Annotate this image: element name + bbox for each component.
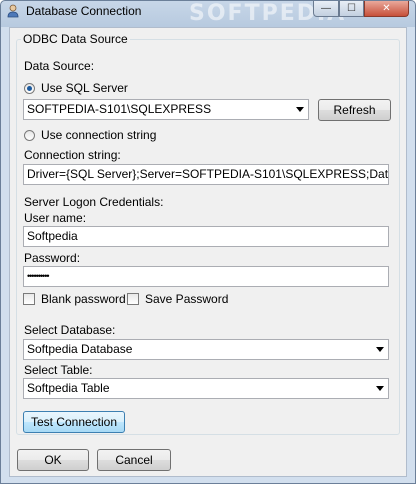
close-button[interactable]: ✕ — [364, 1, 409, 17]
refresh-button[interactable]: Refresh — [318, 99, 391, 121]
ok-label: OK — [44, 453, 62, 467]
table-select[interactable]: Softpedia Table — [23, 378, 389, 399]
odbc-data-source-group: ODBC Data Source Data Source: Use SQL Se… — [16, 32, 400, 435]
blank-password-checkbox[interactable] — [23, 293, 35, 305]
username-value: Softpedia — [27, 229, 78, 243]
password-label: Password: — [24, 251, 81, 265]
connection-string-label: Connection string: — [24, 148, 121, 162]
dialog-client-area: ODBC Data Source Data Source: Use SQL Se… — [9, 27, 407, 477]
database-connection-window: Database Connection SOFTPEDIA — ☐ ✕ ODBC… — [0, 0, 416, 484]
username-label: User name: — [24, 211, 87, 225]
group-label: ODBC Data Source — [21, 32, 130, 46]
blank-password-label[interactable]: Blank password — [41, 292, 126, 306]
use-sql-server-label[interactable]: Use SQL Server — [41, 81, 128, 95]
password-field[interactable]: •••••••••• — [23, 266, 389, 287]
data-source-label: Data Source: — [24, 59, 95, 73]
save-password-checkbox[interactable] — [127, 293, 139, 305]
user-icon — [7, 4, 19, 18]
use-connection-string-radio[interactable] — [24, 130, 35, 141]
test-connection-button[interactable]: Test Connection — [23, 411, 125, 433]
save-password-label[interactable]: Save Password — [145, 292, 228, 306]
refresh-label: Refresh — [333, 103, 376, 117]
credentials-label: Server Logon Credentials: — [24, 195, 164, 209]
close-icon: ✕ — [382, 3, 391, 14]
chevron-down-icon — [296, 107, 304, 112]
username-field[interactable]: Softpedia — [23, 226, 389, 247]
table-value: Softpedia Table — [27, 381, 110, 395]
server-value: SOFTPEDIA-S101\SQLEXPRESS — [27, 102, 212, 116]
chevron-down-icon — [376, 386, 384, 391]
database-value: Softpedia Database — [27, 342, 133, 356]
cancel-button[interactable]: Cancel — [97, 449, 171, 471]
window-title: Database Connection — [26, 4, 142, 18]
minimize-icon: — — [321, 3, 331, 14]
password-value: •••••••••• — [27, 271, 49, 281]
database-select[interactable]: Softpedia Database — [23, 339, 389, 360]
select-table-label: Select Table: — [24, 363, 93, 377]
use-sql-server-radio[interactable] — [24, 83, 35, 94]
connection-string-value: Driver={SQL Server};Server=SOFTPEDIA-S10… — [27, 167, 389, 181]
server-select[interactable]: SOFTPEDIA-S101\SQLEXPRESS — [23, 99, 309, 120]
minimize-button[interactable]: — — [313, 1, 339, 17]
use-connection-string-label[interactable]: Use connection string — [41, 128, 156, 142]
connection-string-field[interactable]: Driver={SQL Server};Server=SOFTPEDIA-S10… — [23, 164, 389, 185]
test-connection-label: Test Connection — [30, 415, 118, 429]
maximize-button[interactable]: ☐ — [339, 1, 364, 17]
title-bar[interactable]: Database Connection SOFTPEDIA — ☐ ✕ — [1, 1, 415, 26]
ok-button[interactable]: OK — [17, 449, 89, 471]
select-database-label: Select Database: — [24, 323, 116, 337]
cancel-label: Cancel — [115, 453, 153, 467]
maximize-icon: ☐ — [347, 3, 356, 14]
chevron-down-icon — [376, 347, 384, 352]
